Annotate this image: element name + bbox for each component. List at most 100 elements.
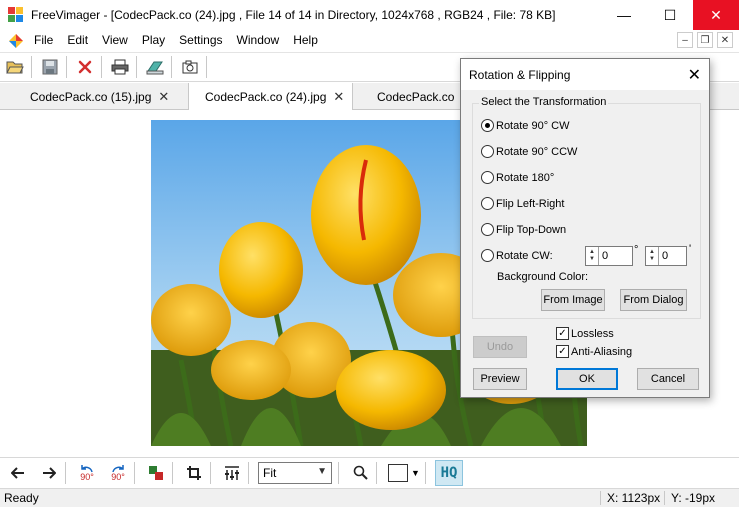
rotation-flipping-dialog: Rotation & Flipping ✕ Select the Transfo… [460,58,710,398]
radio-label: Rotate CW: [496,249,553,262]
group-label: Select the Transformation [479,96,609,108]
open-folder-icon[interactable] [2,55,28,79]
radio-rotate-180[interactable]: Rotate 180° [481,171,554,184]
toolbar-separator [134,461,135,484]
check-icon[interactable]: ✓ [556,327,569,340]
degrees-value: 0 [602,250,609,262]
minutes-spinner[interactable]: ▲ ▼ 0 [645,246,687,266]
mdi-minimize-button[interactable]: – [677,32,693,48]
tab-close-icon[interactable]: ✕ [333,89,344,105]
degree-unit: ° [634,244,639,256]
mdi-controls: – ❐ ✕ [677,32,733,48]
menu-settings[interactable]: Settings [172,30,229,51]
toolbar-separator [376,461,377,484]
menu-help[interactable]: Help [286,30,325,51]
menu-play[interactable]: Play [135,30,172,51]
minimize-button[interactable]: — [601,0,647,30]
print-icon[interactable] [107,55,133,79]
toolbar-separator [206,56,207,78]
save-icon[interactable] [37,55,63,79]
tab-label: CodecPack.co (24).jpg [205,90,327,104]
radio-flip-left-right[interactable]: Flip Left-Right [481,197,564,210]
cursor-x-readout: X: 1123px [600,491,660,505]
dialog-close-icon[interactable]: ✕ [688,65,701,85]
lossless-label: Lossless [571,327,614,340]
close-button[interactable]: ✕ [693,0,739,30]
toolbar-separator [31,56,32,78]
ok-button[interactable]: OK [556,368,618,390]
rotate-ccw-icon[interactable]: 90° [74,461,100,485]
tab-codecpack-15[interactable]: CodecPack.co (15).jpg ✕ [30,83,169,110]
zoom-value: Fit [263,465,277,480]
check-icon[interactable]: ✓ [556,345,569,358]
tab-codecpack[interactable]: CodecPack.co [377,83,454,110]
from-dialog-button[interactable]: From Dialog [620,289,687,311]
toolbar-separator [65,461,66,484]
delete-icon[interactable] [72,55,98,79]
toolbar-separator [210,461,211,484]
background-color-label: Background Color: [497,271,589,283]
previous-arrow-icon[interactable] [5,461,31,485]
scan-icon[interactable] [142,55,168,79]
radio-button[interactable] [481,249,494,262]
radio-label: Flip Left-Right [496,197,565,210]
color-adjust-icon[interactable] [143,461,169,485]
search-icon[interactable] [347,461,373,485]
menu-file[interactable]: File [27,30,60,51]
minutes-value: 0 [662,250,669,262]
tab-codecpack-24[interactable]: CodecPack.co (24).jpg ✕ [188,83,354,111]
lossless-checkbox[interactable]: ✓ Lossless [556,327,614,340]
background-color-picker[interactable]: ▼ [388,462,422,484]
radio-label: Rotate 180° [496,171,555,184]
high-quality-toggle[interactable]: HQ [435,459,463,486]
spinner-arrows-icon[interactable]: ▲ ▼ [586,247,599,265]
dialog-title: Rotation & Flipping [469,67,571,82]
radio-button[interactable] [481,119,494,132]
rotate-cw-label: 90° [111,471,125,482]
preview-button[interactable]: Preview [473,368,527,390]
color-swatch [388,463,408,482]
tab-label: CodecPack.co [377,89,455,104]
toolbar-separator [248,461,249,484]
degrees-spinner[interactable]: ▲ ▼ 0 [585,246,633,266]
levels-icon[interactable] [219,461,245,485]
zoom-select[interactable]: Fit ▼ [258,461,332,484]
radio-flip-top-down[interactable]: Flip Top-Down [481,223,566,236]
undo-button[interactable]: Undo [473,336,527,358]
cursor-y-readout: Y: -19px [664,491,715,505]
menu-edit[interactable]: Edit [60,30,95,51]
document-icon[interactable] [8,33,24,49]
dialog-title-bar: Rotation & Flipping ✕ [461,59,709,90]
next-arrow-icon[interactable] [36,461,62,485]
cancel-button[interactable]: Cancel [637,368,699,390]
spinner-arrows-icon[interactable]: ▲ ▼ [646,247,659,265]
radio-button[interactable] [481,223,494,236]
radio-rotate-90-ccw[interactable]: Rotate 90° CCW [481,145,577,158]
crop-icon[interactable] [181,461,207,485]
toolbar-separator [66,56,67,78]
minute-unit: ' [689,243,692,255]
menu-view[interactable]: View [95,30,135,51]
toolbar-separator [172,461,173,484]
anti-aliasing-checkbox[interactable]: ✓ Anti-Aliasing [556,345,632,358]
radio-label: Rotate 90° CCW [496,145,578,158]
capture-icon[interactable] [177,55,203,79]
radio-rotate-cw-custom[interactable]: Rotate CW: [481,249,553,262]
toolbar-separator [136,56,137,78]
from-image-button[interactable]: From Image [541,289,605,311]
transformation-group: Select the Transformation [472,96,701,319]
radio-label: Flip Top-Down [496,223,567,236]
rotate-ccw-label: 90° [80,471,94,482]
radio-button[interactable] [481,197,494,210]
tab-close-icon[interactable]: ✕ [158,89,169,105]
radio-rotate-90-cw[interactable]: Rotate 90° CW [481,119,569,132]
mdi-close-button[interactable]: ✕ [717,32,733,48]
radio-button[interactable] [481,145,494,158]
mdi-restore-button[interactable]: ❐ [697,32,713,48]
menu-window[interactable]: Window [230,30,287,51]
toolbar-separator [101,56,102,78]
rotate-cw-icon[interactable]: 90° [105,461,131,485]
radio-button[interactable] [481,171,494,184]
maximize-button[interactable]: ☐ [647,0,693,30]
toolbar-separator [338,461,339,484]
